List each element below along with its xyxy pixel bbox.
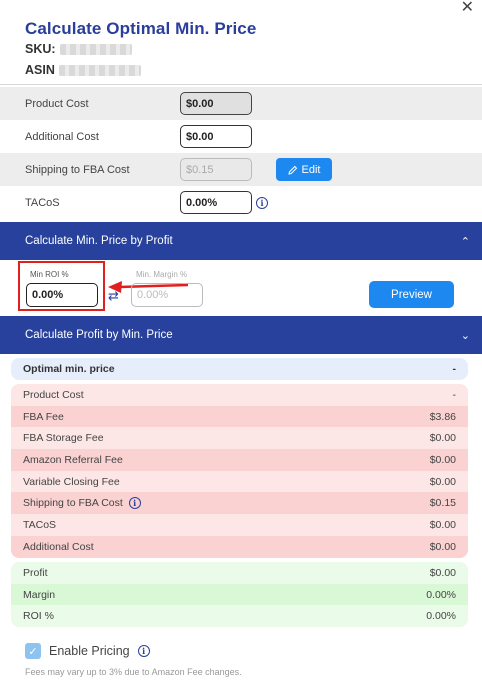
asin-line: ASIN <box>25 63 141 77</box>
info-icon[interactable]: i <box>256 196 268 209</box>
shipping-cost-row: Shipping to FBA Cost $0.15 Edit <box>0 153 482 186</box>
tacos-label: TACoS <box>25 196 60 209</box>
additional-cost-row: Additional Cost $0.00 <box>0 120 482 153</box>
min-margin-input[interactable]: 0.00% <box>131 283 203 307</box>
cost-value: $3.86 <box>429 410 456 423</box>
cost-value: $0.00 <box>429 432 456 445</box>
cost-row: Variable Closing Fee $0.00 <box>11 470 468 493</box>
additional-cost-input[interactable]: $0.00 <box>180 125 252 148</box>
cost-label: Product Cost <box>23 388 84 401</box>
profit-value: $0.00 <box>429 566 456 579</box>
cost-label: Shipping to FBA Cost <box>23 497 123 510</box>
chevron-down-icon: ⌄ <box>460 329 470 342</box>
profit-value: 0.00% <box>426 588 456 601</box>
product-cost-row: Product Cost $0.00 <box>0 87 482 120</box>
optimal-price-summary: Optimal min. price - <box>11 358 468 380</box>
asin-label: ASIN <box>25 63 55 77</box>
fee-note: Fees may vary up to 3% due to Amazon Fee… <box>25 667 242 677</box>
additional-cost-label: Additional Cost <box>25 130 99 143</box>
cost-row: TACoS $0.00 <box>11 514 468 536</box>
sku-line: SKU: <box>25 42 132 56</box>
cost-value: $0.00 <box>429 453 456 466</box>
chevron-up-icon: ⌃ <box>460 235 470 248</box>
cost-row: Additional Cost $0.00 <box>11 535 468 558</box>
edit-button-label: Edit <box>301 163 321 176</box>
profit-value: 0.00% <box>426 610 456 623</box>
cost-value: - <box>452 388 457 401</box>
shipping-cost-label: Shipping to FBA Cost <box>25 163 130 176</box>
product-cost-input[interactable]: $0.00 <box>180 92 252 115</box>
optimal-price-value: - <box>452 363 457 375</box>
checkbox-checked-icon[interactable]: ✓ <box>25 643 41 659</box>
profit-row: Profit $0.00 <box>11 562 468 584</box>
cost-value: $0.00 <box>429 518 456 531</box>
enable-pricing-toggle[interactable]: ✓ Enable Pricing i <box>25 643 150 659</box>
price-section-title: Calculate Profit by Min. Price <box>25 329 173 341</box>
profit-section-header[interactable]: Calculate Min. Price by Profit ⌃ <box>0 222 482 260</box>
cost-row: Shipping to FBA Cost i $0.15 <box>11 492 468 515</box>
profit-breakdown: Profit $0.00 Margin 0.00% ROI % 0.00% <box>11 562 468 628</box>
cost-breakdown: Product Cost - FBA Fee $3.86 FBA Storage F… <box>11 384 468 558</box>
info-icon[interactable]: i <box>137 645 150 657</box>
sku-redacted <box>59 44 132 56</box>
min-roi-highlight: Min ROI % 0.00% <box>18 261 105 311</box>
cost-row: FBA Storage Fee $0.00 <box>11 427 468 450</box>
calculator-panel: ✕ Calculate Optimal Min. Price SKU: ASIN… <box>0 0 482 688</box>
info-icon[interactable]: i <box>128 497 141 510</box>
profit-section-title: Calculate Min. Price by Profit <box>25 235 173 247</box>
cost-label: Additional Cost <box>23 540 94 553</box>
divider <box>0 84 482 85</box>
profit-label: ROI % <box>23 610 54 623</box>
product-cost-label: Product Cost <box>25 97 89 110</box>
close-icon[interactable]: ✕ <box>461 0 474 16</box>
price-section-header[interactable]: Calculate Profit by Min. Price ⌄ <box>0 316 482 354</box>
tacos-row: TACoS 0.00% i <box>0 186 482 219</box>
cost-row: Amazon Referral Fee $0.00 <box>11 449 468 471</box>
cost-label: Amazon Referral Fee <box>23 453 123 466</box>
optimal-price-label: Optimal min. price <box>23 363 115 375</box>
min-roi-label: Min ROI % <box>30 270 69 279</box>
page-title: Calculate Optimal Min. Price <box>25 19 257 38</box>
cost-label: TACoS <box>23 518 57 531</box>
enable-pricing-label: Enable Pricing <box>49 644 130 658</box>
preview-button[interactable]: Preview <box>369 281 454 308</box>
profit-label: Margin <box>23 588 56 601</box>
cost-label: Variable Closing Fee <box>23 475 120 488</box>
edit-button[interactable]: Edit <box>276 158 332 181</box>
cost-value: $0.15 <box>429 497 456 510</box>
cost-value: $0.00 <box>429 475 456 488</box>
shipping-cost-input[interactable]: $0.15 <box>180 158 252 181</box>
cost-value: $0.00 <box>429 540 456 553</box>
cost-row: Product Cost - <box>11 384 468 406</box>
asin-redacted <box>58 65 141 77</box>
pencil-icon <box>287 165 297 175</box>
profit-row: ROI % 0.00% <box>11 605 468 628</box>
profit-row: Margin 0.00% <box>11 583 468 606</box>
tacos-input[interactable]: 0.00% <box>180 191 252 214</box>
cost-label: FBA Fee <box>23 410 64 423</box>
min-roi-input[interactable]: 0.00% <box>26 283 98 307</box>
sku-label: SKU: <box>25 42 56 56</box>
cost-row: FBA Fee $3.86 <box>11 405 468 428</box>
profit-label: Profit <box>23 566 48 579</box>
cost-label: FBA Storage Fee <box>23 432 104 445</box>
min-margin-label: Min. Margin % <box>136 270 188 279</box>
